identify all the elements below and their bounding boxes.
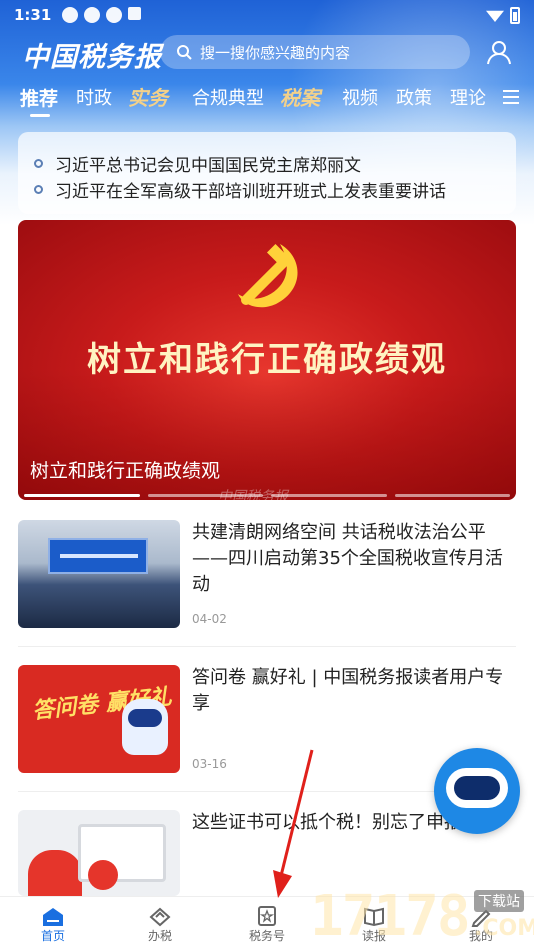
news-thumbnail [18,810,180,896]
user-icon[interactable] [486,39,512,65]
tab-recommend[interactable]: 推荐 [20,84,58,111]
nav-label: 税务号 [248,929,285,943]
carousel-dot[interactable] [24,494,140,497]
robot-mascot-icon [446,768,508,808]
menu-icon[interactable] [503,89,519,105]
banner-watermark: 中国税务报 [218,486,288,500]
alarm-clock-icon [88,860,118,890]
banner-carousel[interactable]: 树立和践行正确政绩观 树立和践行正确政绩观 中国税务报 [18,220,516,500]
tab-compliance[interactable]: 合规典型 [192,84,264,110]
app-root: 1:31 中国税务报 搜一搜你感兴趣的内容 推荐 时政 实务 合规典型 税案 视… [0,0,534,950]
robot-mascot-icon [122,699,168,755]
tab-tax-cases[interactable]: 税案 [280,82,320,111]
status-bar: 1:31 [0,0,534,30]
category-tabs: 推荐 时政 实务 合规典型 税案 视频 政策 理论 [0,84,534,124]
watermark-suffix: .COM [474,916,534,941]
news-date: 04-02 [192,612,227,626]
nav-tax-account[interactable]: 税务号 [227,897,307,950]
active-tab-indicator [30,114,50,117]
carousel-dot[interactable] [394,494,510,497]
carousel-dot[interactable] [271,494,387,497]
news-thumbnail: 答问卷 赢好礼 [18,665,180,773]
ai-assistant-button[interactable] [434,748,520,834]
news-title: 答问卷 赢好礼 | 中国税务报读者用户专享 [192,667,504,714]
news-thumbnail [18,520,180,628]
carousel-dot[interactable] [147,494,263,497]
site-watermark: 17178 下载站 .COM [310,884,534,950]
tab-practice[interactable]: 实务 [128,82,168,111]
notification-icon [128,7,141,20]
tab-politics[interactable]: 时政 [76,84,112,110]
star-badge-icon [258,906,276,926]
bullet-icon [34,158,43,168]
app-logo: 中国税务报 [22,42,162,73]
bullet-icon [34,184,43,194]
news-item[interactable]: 共建清朗网络空间 共话税收法治公平——四川启动第35个全国税收宣传月活动 04-… [18,520,516,630]
tab-theory[interactable]: 理论 [450,84,486,110]
news-date: 03-16 [192,757,227,771]
notification-icon [62,7,78,23]
nav-label: 办税 [147,929,172,943]
status-time: 1:31 [14,6,52,24]
news-item[interactable]: 答问卷 赢好礼 答问卷 赢好礼 | 中国税务报读者用户专享 03-16 [18,665,516,775]
thumbnail-figure [28,850,82,896]
nav-label: 首页 [40,929,65,943]
tab-policy[interactable]: 政策 [396,84,432,110]
tab-video[interactable]: 视频 [342,84,378,110]
notification-icon [84,7,100,23]
nav-tax-handle[interactable]: 办税 [120,897,200,950]
search-icon [177,45,192,60]
headline-item[interactable]: 习近平总书记会见中国国民党主席郑丽文 [34,150,500,176]
banner-caption: 树立和践行正确政绩观 [30,460,221,482]
divider [18,646,516,647]
party-emblem-icon [238,243,298,308]
notification-icons [62,7,141,23]
wifi-icon [486,10,504,22]
thumbnail-screen [48,538,148,574]
watermark-number: 17178 [310,884,471,949]
banner-headline: 树立和践行正确政绩观 [87,340,447,380]
search-bar[interactable]: 搜一搜你感兴趣的内容 [160,35,470,69]
tax-handle-icon [149,907,171,927]
news-title: 共建清朗网络空间 共话税收法治公平——四川启动第35个全国税收宣传月活动 [192,522,503,595]
top-bar: 中国税务报 搜一搜你感兴趣的内容 [0,33,534,73]
headline-item[interactable]: 习近平在全军高级干部培训班开班式上发表重要讲话 [34,176,500,202]
headline-list: 习近平总书记会见中国国民党主席郑丽文 习近平在全军高级干部培训班开班式上发表重要… [18,132,516,214]
watermark-tag: 下载站 [474,890,524,912]
nav-home[interactable]: 首页 [13,897,93,950]
search-placeholder: 搜一搜你感兴趣的内容 [200,43,351,62]
carousel-indicators [18,494,516,497]
battery-icon [510,6,520,24]
notification-icon [106,7,122,23]
home-icon [43,908,63,926]
headline-text: 习近平在全军高级干部培训班开班式上发表重要讲话 [55,181,446,202]
headline-text: 习近平总书记会见中国国民党主席郑丽文 [55,155,361,176]
